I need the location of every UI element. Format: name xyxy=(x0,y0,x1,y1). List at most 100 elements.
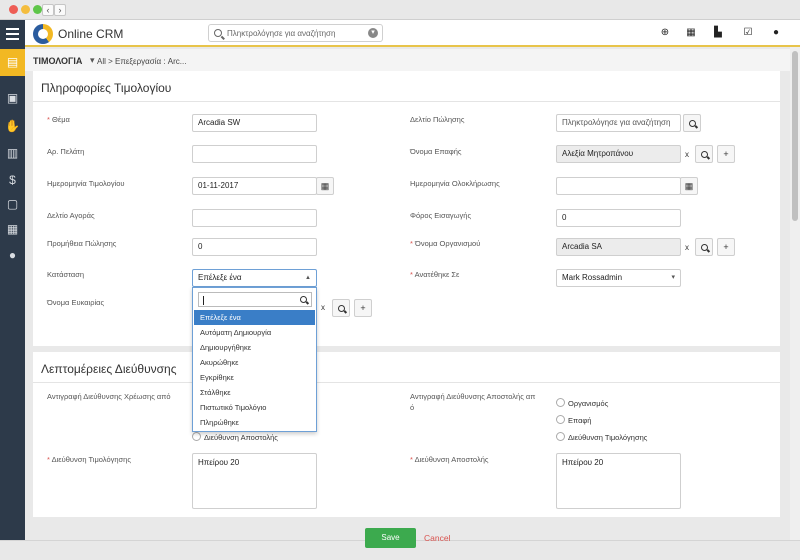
assigned-label: * Ανατέθηκε Σε xyxy=(410,270,460,279)
checklist-icon[interactable]: ☑ xyxy=(742,27,754,39)
chevron-down-icon[interactable]: ▾ xyxy=(90,55,95,66)
breadcrumb: ΤΙΜΟΛΟΓΙΑ ▾ All > Επεξεργασία : Arc... xyxy=(25,49,790,71)
sidebar: ▤ ▣ ✋ ▥ $ ▢ ▦ ● xyxy=(0,47,25,560)
invoice-date-label: Ημερομηνία Τιμολογίου xyxy=(47,179,125,188)
excise-label: Φόρος Εισαγωγής xyxy=(410,211,472,220)
box-icon[interactable]: ▣ xyxy=(0,85,25,112)
status-label: Κατάσταση xyxy=(47,270,85,279)
dropdown-option[interactable]: Εγκρίθηκε xyxy=(194,370,315,385)
due-date-input[interactable] xyxy=(556,177,681,195)
copy-shipping-org-radio[interactable] xyxy=(556,398,565,407)
search-placeholder: Πληκτρολόγησε για αναζήτηση xyxy=(227,29,336,38)
contacts-icon[interactable]: ▥ xyxy=(0,140,25,167)
search-icon[interactable] xyxy=(695,238,713,256)
dropdown-option[interactable]: Πληρώθηκε xyxy=(194,415,315,430)
copy-billing-label: Αντιγραφή Διεύθυνσης Χρέωσης από xyxy=(47,392,171,401)
add-icon[interactable]: ⊕ xyxy=(659,27,671,39)
clear-icon[interactable]: x xyxy=(685,150,689,159)
save-button[interactable]: Save xyxy=(365,528,416,548)
sales-order-label: Δελτίο Πώλησης xyxy=(410,115,465,124)
purchase-order-input[interactable] xyxy=(192,209,317,227)
search-icon[interactable] xyxy=(695,145,713,163)
crm-logo xyxy=(33,24,53,44)
copy-billing-shipping-label: Διεύθυνση Αποστολής xyxy=(204,433,278,442)
breadcrumb-module[interactable]: ΤΙΜΟΛΟΓΙΑ xyxy=(33,56,82,66)
add-icon[interactable]: + xyxy=(354,299,372,317)
copy-billing-shipping-radio[interactable] xyxy=(192,432,201,441)
add-icon[interactable]: + xyxy=(717,238,735,256)
back-icon[interactable]: ‹ xyxy=(42,4,54,16)
copy-shipping-label-cont: ό xyxy=(410,403,415,412)
customer-no-input[interactable] xyxy=(192,145,317,163)
opportunity-label: Όνομα Ευκαιρίας xyxy=(47,298,105,307)
panel-title: Πληροφορίες Τιμολογίου xyxy=(41,81,172,95)
document-icon[interactable]: ▢ xyxy=(0,191,25,218)
minimize-window-icon[interactable] xyxy=(21,5,30,14)
dropdown-option[interactable]: Επέλεξε ένα xyxy=(194,310,315,325)
dropdown-option[interactable]: Πιστωτικό Τιμολόγιο xyxy=(194,400,315,415)
status-select[interactable]: Επέλεξε ένα ▲ xyxy=(192,269,317,287)
search-icon[interactable] xyxy=(332,299,350,317)
dropdown-option[interactable]: Ακυρώθηκε xyxy=(194,355,315,370)
brand-name: Online CRM xyxy=(58,27,124,41)
clear-icon[interactable]: x xyxy=(685,243,689,252)
copy-shipping-billing-radio[interactable] xyxy=(556,432,565,441)
chevron-down-icon: ▾ xyxy=(671,274,675,281)
subject-input[interactable]: Arcadia SW xyxy=(192,114,317,132)
handshake-icon[interactable]: ✋ xyxy=(0,113,25,140)
contact-label: Όνομα Επαφής xyxy=(410,147,462,156)
forward-icon[interactable]: › xyxy=(54,4,66,16)
dropdown-search-input[interactable] xyxy=(198,292,312,307)
calendar-icon[interactable]: ▦ xyxy=(685,27,697,39)
contact-input[interactable]: Αλεξία Μητροπάνου xyxy=(556,145,681,163)
sales-order-input[interactable]: Πληκτρολόγησε για αναζήτηση xyxy=(556,114,681,132)
billing-address-label: * Διεύθυνση Τιμολόγησης xyxy=(47,455,131,464)
copy-shipping-contact-label: Επαφή xyxy=(568,416,592,425)
excise-input[interactable]: 0 xyxy=(556,209,681,227)
app-header: Online CRM Πληκτρολόγησε για αναζήτηση ▾… xyxy=(0,20,800,47)
search-icon xyxy=(214,29,222,37)
search-icon[interactable] xyxy=(683,114,701,132)
calendar-icon[interactable]: ▦ xyxy=(680,177,698,195)
invoice-date-input[interactable]: 01-11-2017 xyxy=(192,177,317,195)
maximize-window-icon[interactable] xyxy=(33,5,42,14)
close-window-icon[interactable] xyxy=(9,5,18,14)
billing-address-textarea[interactable]: Ηπείρου 20 xyxy=(192,453,317,509)
dollar-icon[interactable]: $ xyxy=(0,167,25,194)
assigned-select[interactable]: Mark Rossadmin ▾ xyxy=(556,269,681,287)
due-date-label: Ημερομηνία Ολοκλήρωσης xyxy=(410,179,500,188)
chevron-down-icon[interactable]: ▾ xyxy=(368,28,378,38)
organization-label: * Όνομα Οργανισμού xyxy=(410,239,481,248)
chevron-up-icon: ▲ xyxy=(305,275,311,281)
sales-commission-label: Προμήθεια Πώλησης xyxy=(47,239,117,248)
user-icon[interactable]: ● xyxy=(770,27,782,39)
panel-title: Λεπτομέρειες Διεύθυνσης xyxy=(41,362,177,376)
cancel-link[interactable]: Cancel xyxy=(424,533,450,543)
building-icon[interactable]: ▦ xyxy=(0,216,25,243)
shipping-address-label: * Διεύθυνση Αποστολής xyxy=(410,455,489,464)
breadcrumb-path[interactable]: All > Επεξεργασία : Arc... xyxy=(97,57,186,66)
clear-icon[interactable]: x xyxy=(321,303,325,312)
global-search-input[interactable]: Πληκτρολόγησε για αναζήτηση ▾ xyxy=(208,24,383,42)
subject-label: * Θέμα xyxy=(47,115,70,124)
customer-no-label: Αρ. Πελάτη xyxy=(47,147,85,156)
sales-commission-input[interactable]: 0 xyxy=(192,238,317,256)
copy-shipping-contact-radio[interactable] xyxy=(556,415,565,424)
browser-chrome: ‹ › xyxy=(0,0,800,20)
dropdown-option[interactable]: Αυτόματη Δημιουργία xyxy=(194,325,315,340)
purchase-order-label: Δελτίο Αγοράς xyxy=(47,211,95,220)
copy-shipping-billing-label: Διεύθυνση Τιμολόγησης xyxy=(568,433,648,442)
user-icon[interactable]: ● xyxy=(0,242,25,269)
shipping-address-textarea[interactable]: Ηπείρου 20 xyxy=(556,453,681,509)
dropdown-option[interactable]: Δημιουργήθηκε xyxy=(194,340,315,355)
calendar-icon[interactable]: ▦ xyxy=(316,177,334,195)
organization-input[interactable]: Arcadia SA xyxy=(556,238,681,256)
invoice-icon[interactable]: ▤ xyxy=(0,49,25,76)
chart-icon[interactable]: ▙ xyxy=(712,27,724,39)
add-icon[interactable]: + xyxy=(717,145,735,163)
search-icon xyxy=(300,296,307,303)
dropdown-option[interactable]: Στάλθηκε xyxy=(194,385,315,400)
vertical-scrollbar[interactable] xyxy=(790,47,800,540)
copy-shipping-org-label: Οργανισμός xyxy=(568,399,609,408)
hamburger-menu-button[interactable] xyxy=(0,20,25,47)
